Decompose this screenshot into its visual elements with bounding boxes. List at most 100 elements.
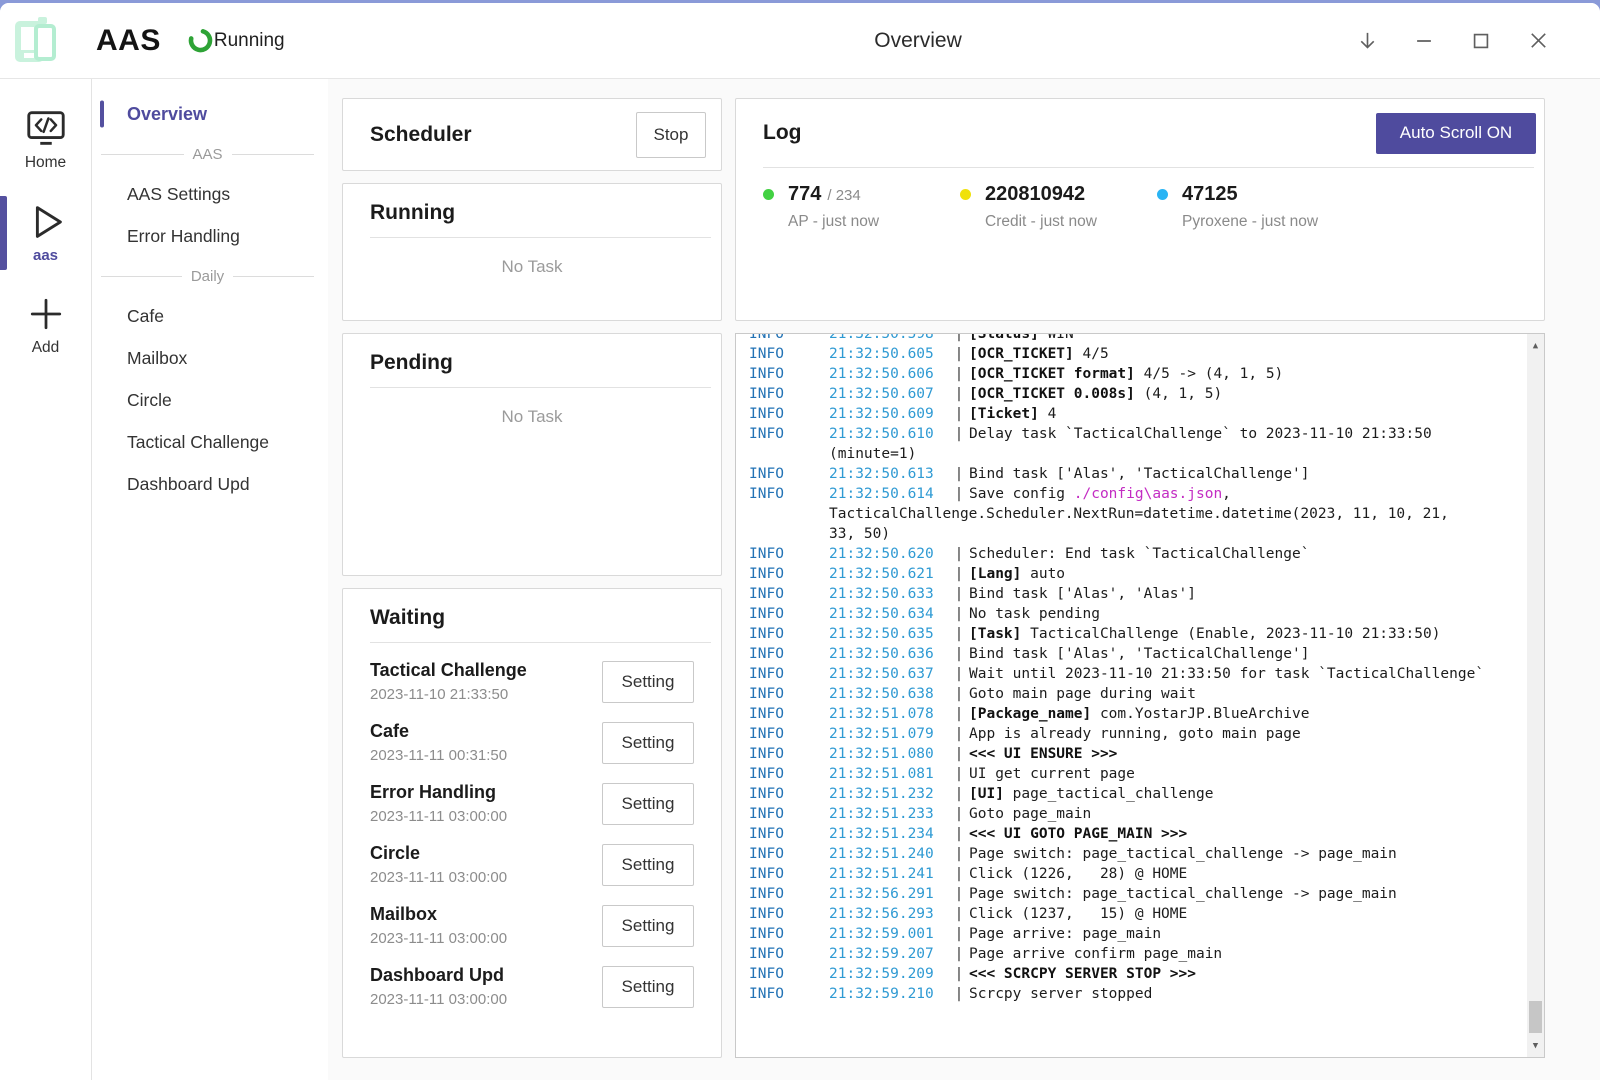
nav-item-mailbox[interactable]: Mailbox bbox=[92, 337, 328, 379]
log-scrollbar[interactable]: ▲ ▼ bbox=[1527, 334, 1544, 1057]
task-next-run-time: 2023-11-11 03:00:00 bbox=[370, 808, 507, 825]
task-next-run-time: 2023-11-10 21:33:50 bbox=[370, 686, 527, 703]
log-message: [UI] page_tactical_challenge bbox=[969, 784, 1213, 804]
log-timestamp: 21:32:51.234 bbox=[829, 824, 949, 844]
log-message: Scrcpy server stopped bbox=[969, 984, 1152, 1004]
log-level: INFO bbox=[749, 764, 829, 784]
sidebar-item-label: aas bbox=[33, 247, 58, 264]
log-message: [Lang] auto bbox=[969, 564, 1065, 584]
waiting-item-info: Dashboard Upd2023-11-11 03:00:00 bbox=[370, 965, 507, 1008]
nav-item-overview[interactable]: Overview bbox=[92, 93, 328, 135]
log-message: [Package_name] com.YostarJP.BlueArchive bbox=[969, 704, 1309, 724]
waiting-item-error-handling: Error Handling2023-11-11 03:00:00Setting bbox=[370, 773, 694, 834]
log-level: INFO bbox=[749, 864, 829, 884]
nav-section-divider-aas: AAS bbox=[92, 135, 328, 173]
setting-button-circle[interactable]: Setting bbox=[602, 844, 694, 886]
stat-text: 220810942Credit - just now bbox=[985, 183, 1097, 231]
log-output[interactable]: INFO21:32:50.598|[Status] WININFO21:32:5… bbox=[735, 333, 1545, 1058]
maximize-button[interactable] bbox=[1469, 29, 1493, 53]
scrollbar-thumb[interactable] bbox=[1529, 1001, 1542, 1033]
stat-label: Pyroxene - just now bbox=[1182, 213, 1318, 231]
log-timestamp: 21:32:50.621 bbox=[829, 564, 949, 584]
nav-item-cafe[interactable]: Cafe bbox=[92, 295, 328, 337]
stat-label: AP - just now bbox=[788, 213, 879, 231]
stop-button[interactable]: Stop bbox=[636, 112, 706, 158]
log-level: INFO bbox=[749, 964, 829, 984]
log-title: Log bbox=[763, 121, 801, 145]
log-line: INFO21:32:50.634|No task pending bbox=[749, 604, 1520, 624]
log-level: INFO bbox=[749, 744, 829, 764]
waiting-item-info: Tactical Challenge2023-11-10 21:33:50 bbox=[370, 660, 527, 703]
sidebar-item-home[interactable]: Home bbox=[0, 99, 91, 182]
log-separator: | bbox=[949, 684, 969, 704]
hide-to-tray-button[interactable] bbox=[1355, 29, 1379, 53]
log-line: INFO21:32:51.078|[Package_name] com.Yost… bbox=[749, 704, 1520, 724]
app-window: AAS Running Overview bbox=[0, 3, 1600, 1080]
log-message: Click (1226, 28) @ HOME bbox=[969, 864, 1187, 884]
log-timestamp: 21:32:51.079 bbox=[829, 724, 949, 744]
log-message: Bind task ['Alas', 'TacticalChallenge'] bbox=[969, 464, 1309, 484]
stat-text: 774/ 234AP - just now bbox=[788, 183, 879, 231]
nav-item-error-handling[interactable]: Error Handling bbox=[92, 215, 328, 257]
log-timestamp: 21:32:50.638 bbox=[829, 684, 949, 704]
setting-button-tactical-challenge[interactable]: Setting bbox=[602, 661, 694, 703]
log-message: [OCR_TICKET format] 4/5 -> (4, 1, 5) bbox=[969, 364, 1283, 384]
stat-text: 47125Pyroxene - just now bbox=[1182, 183, 1318, 231]
nav-item-circle[interactable]: Circle bbox=[92, 379, 328, 421]
setting-button-mailbox[interactable]: Setting bbox=[602, 905, 694, 947]
log-separator: | bbox=[949, 744, 969, 764]
setting-button-dashboard-upd[interactable]: Setting bbox=[602, 966, 694, 1008]
divider-line bbox=[101, 154, 184, 155]
log-separator: | bbox=[949, 484, 969, 504]
log-indent bbox=[749, 444, 829, 464]
ap-dot-icon bbox=[763, 189, 774, 200]
log-timestamp: 21:32:51.081 bbox=[829, 764, 949, 784]
credit-dot-icon bbox=[960, 189, 971, 200]
log-separator: | bbox=[949, 544, 969, 564]
log-line: INFO21:32:50.633|Bind task ['Alas', 'Ala… bbox=[749, 584, 1520, 604]
log-message: Click (1237, 15) @ HOME bbox=[969, 904, 1187, 924]
log-line: INFO21:32:50.636|Bind task ['Alas', 'Tac… bbox=[749, 644, 1520, 664]
nav-item-tactical-challenge[interactable]: Tactical Challenge bbox=[92, 421, 328, 463]
pending-empty-text: No Task bbox=[343, 388, 721, 427]
log-line: INFO21:32:50.638|Goto main page during w… bbox=[749, 684, 1520, 704]
nav-item-label: Cafe bbox=[127, 306, 164, 327]
log-level: INFO bbox=[749, 924, 829, 944]
sidebar-item-add[interactable]: Add bbox=[0, 284, 91, 367]
waiting-title: Waiting bbox=[370, 606, 445, 629]
pending-panel: Pending No Task bbox=[342, 333, 722, 576]
log-level: INFO bbox=[749, 484, 829, 504]
waiting-item-mailbox: Mailbox2023-11-11 03:00:00Setting bbox=[370, 895, 694, 956]
scroll-down-icon[interactable]: ▼ bbox=[1527, 1037, 1544, 1054]
log-message: Goto main page during wait bbox=[969, 684, 1196, 704]
log-level: INFO bbox=[749, 944, 829, 964]
running-spinner-icon bbox=[187, 27, 214, 54]
close-button[interactable] bbox=[1526, 29, 1550, 53]
log-timestamp: 21:32:59.210 bbox=[829, 984, 949, 1004]
divider-line bbox=[232, 154, 315, 155]
minimize-button[interactable] bbox=[1412, 29, 1436, 53]
log-separator: | bbox=[949, 564, 969, 584]
log-message: Scheduler: End task `TacticalChallenge` bbox=[969, 544, 1309, 564]
log-level: INFO bbox=[749, 604, 829, 624]
nav-item-aas-settings[interactable]: AAS Settings bbox=[92, 173, 328, 215]
task-name: Cafe bbox=[370, 721, 507, 742]
log-level: INFO bbox=[749, 333, 829, 344]
scheduler-status: Running bbox=[214, 30, 285, 52]
sidebar-item-aas[interactable]: aas bbox=[0, 192, 91, 274]
log-separator: | bbox=[949, 704, 969, 724]
log-timestamp: 21:32:51.240 bbox=[829, 844, 949, 864]
nav-item-dashboard-upd[interactable]: Dashboard Upd bbox=[92, 463, 328, 505]
log-level: INFO bbox=[749, 424, 829, 444]
waiting-item-circle: Circle2023-11-11 03:00:00Setting bbox=[370, 834, 694, 895]
log-line: INFO21:32:50.609|[Ticket] 4 bbox=[749, 404, 1520, 424]
task-name: Mailbox bbox=[370, 904, 507, 925]
setting-button-cafe[interactable]: Setting bbox=[602, 722, 694, 764]
log-level: INFO bbox=[749, 904, 829, 924]
log-timestamp: 21:32:56.291 bbox=[829, 884, 949, 904]
auto-scroll-toggle-button[interactable]: Auto Scroll ON bbox=[1376, 113, 1536, 154]
scroll-up-icon[interactable]: ▲ bbox=[1527, 337, 1544, 354]
stat-value: 774 bbox=[788, 183, 821, 206]
setting-button-error-handling[interactable]: Setting bbox=[602, 783, 694, 825]
log-separator: | bbox=[949, 604, 969, 624]
